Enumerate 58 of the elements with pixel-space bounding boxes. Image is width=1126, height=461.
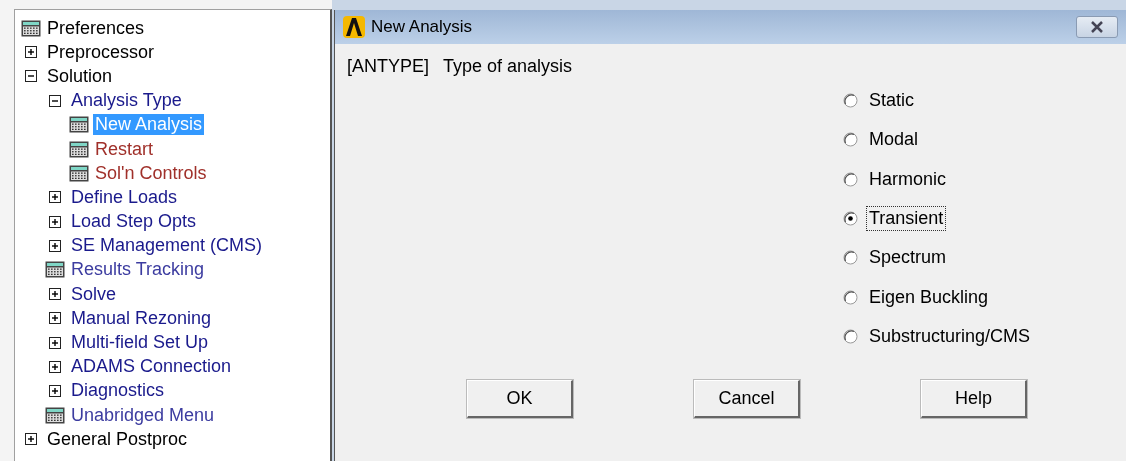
tree-item[interactable]: SE Management (CMS): [69, 235, 265, 257]
tree-item[interactable]: Load Step Opts: [69, 211, 199, 233]
tree-item[interactable]: Analysis Type: [69, 90, 184, 112]
tree-item[interactable]: Unabridged Menu: [69, 404, 217, 426]
radio-button[interactable]: [843, 328, 858, 344]
tree-item[interactable]: General Postproc: [45, 428, 190, 450]
calculator-icon: [69, 164, 89, 182]
collapse-icon[interactable]: [25, 70, 37, 83]
expand-icon[interactable]: [49, 215, 61, 228]
window-title: New Analysis: [371, 17, 473, 37]
expand-icon[interactable]: [49, 336, 61, 349]
calculator-icon: [45, 406, 65, 424]
expand-icon[interactable]: [25, 46, 37, 59]
tree-item[interactable]: Define Loads: [69, 186, 180, 208]
option-label[interactable]: Eigen Buckling: [866, 284, 992, 310]
expand-icon[interactable]: [49, 239, 61, 252]
radio-button[interactable]: [843, 250, 858, 266]
option-label[interactable]: Spectrum: [866, 245, 950, 271]
calculator-icon: [45, 261, 65, 279]
expand-icon[interactable]: [25, 433, 37, 446]
tree-item[interactable]: Sol'n Controls: [93, 162, 209, 184]
collapse-icon[interactable]: [49, 94, 61, 107]
tree-item[interactable]: Preprocessor: [45, 41, 157, 63]
tree-item[interactable]: Preferences: [45, 17, 147, 39]
option-label[interactable]: Substructuring/CMS: [866, 323, 1034, 349]
calculator-icon: [21, 19, 41, 37]
calculator-icon: [69, 140, 89, 158]
calculator-icon: [69, 116, 89, 134]
close-button[interactable]: [1076, 16, 1118, 38]
tree-item[interactable]: Restart: [93, 138, 156, 160]
option-label[interactable]: Static: [866, 88, 918, 114]
close-icon: [1089, 21, 1105, 33]
option-label[interactable]: Transient: [866, 206, 947, 232]
tree-item[interactable]: Multi-field Set Up: [69, 332, 211, 354]
tree-item[interactable]: Solution: [45, 65, 115, 87]
expand-icon[interactable]: [49, 288, 61, 301]
tree-item[interactable]: Diagnostics: [69, 380, 167, 402]
radio-button[interactable]: [843, 171, 858, 187]
radio-button[interactable]: [843, 211, 858, 227]
expand-icon[interactable]: [49, 360, 61, 373]
option-label[interactable]: Harmonic: [866, 166, 950, 192]
expand-icon[interactable]: [49, 191, 61, 204]
expand-icon[interactable]: [49, 384, 61, 397]
tree-item[interactable]: Manual Rezoning: [69, 307, 214, 329]
prompt-label: Type of analysis: [443, 56, 573, 77]
dialog-button[interactable]: OK: [467, 380, 573, 419]
dialog-button[interactable]: Help: [921, 380, 1027, 419]
radio-button[interactable]: [843, 93, 858, 109]
tree-item[interactable]: ADAMS Connection: [69, 356, 234, 378]
tree-item[interactable]: Solve: [69, 283, 119, 305]
dialog-button[interactable]: Cancel: [694, 380, 800, 419]
option-label[interactable]: Modal: [866, 127, 922, 153]
command-label: [ANTYPE]: [347, 56, 430, 77]
radio-button[interactable]: [843, 289, 858, 305]
radio-button[interactable]: [843, 132, 858, 148]
expand-icon[interactable]: [49, 312, 61, 325]
tree-item[interactable]: Results Tracking: [69, 259, 207, 281]
logo-icon: [343, 16, 365, 38]
